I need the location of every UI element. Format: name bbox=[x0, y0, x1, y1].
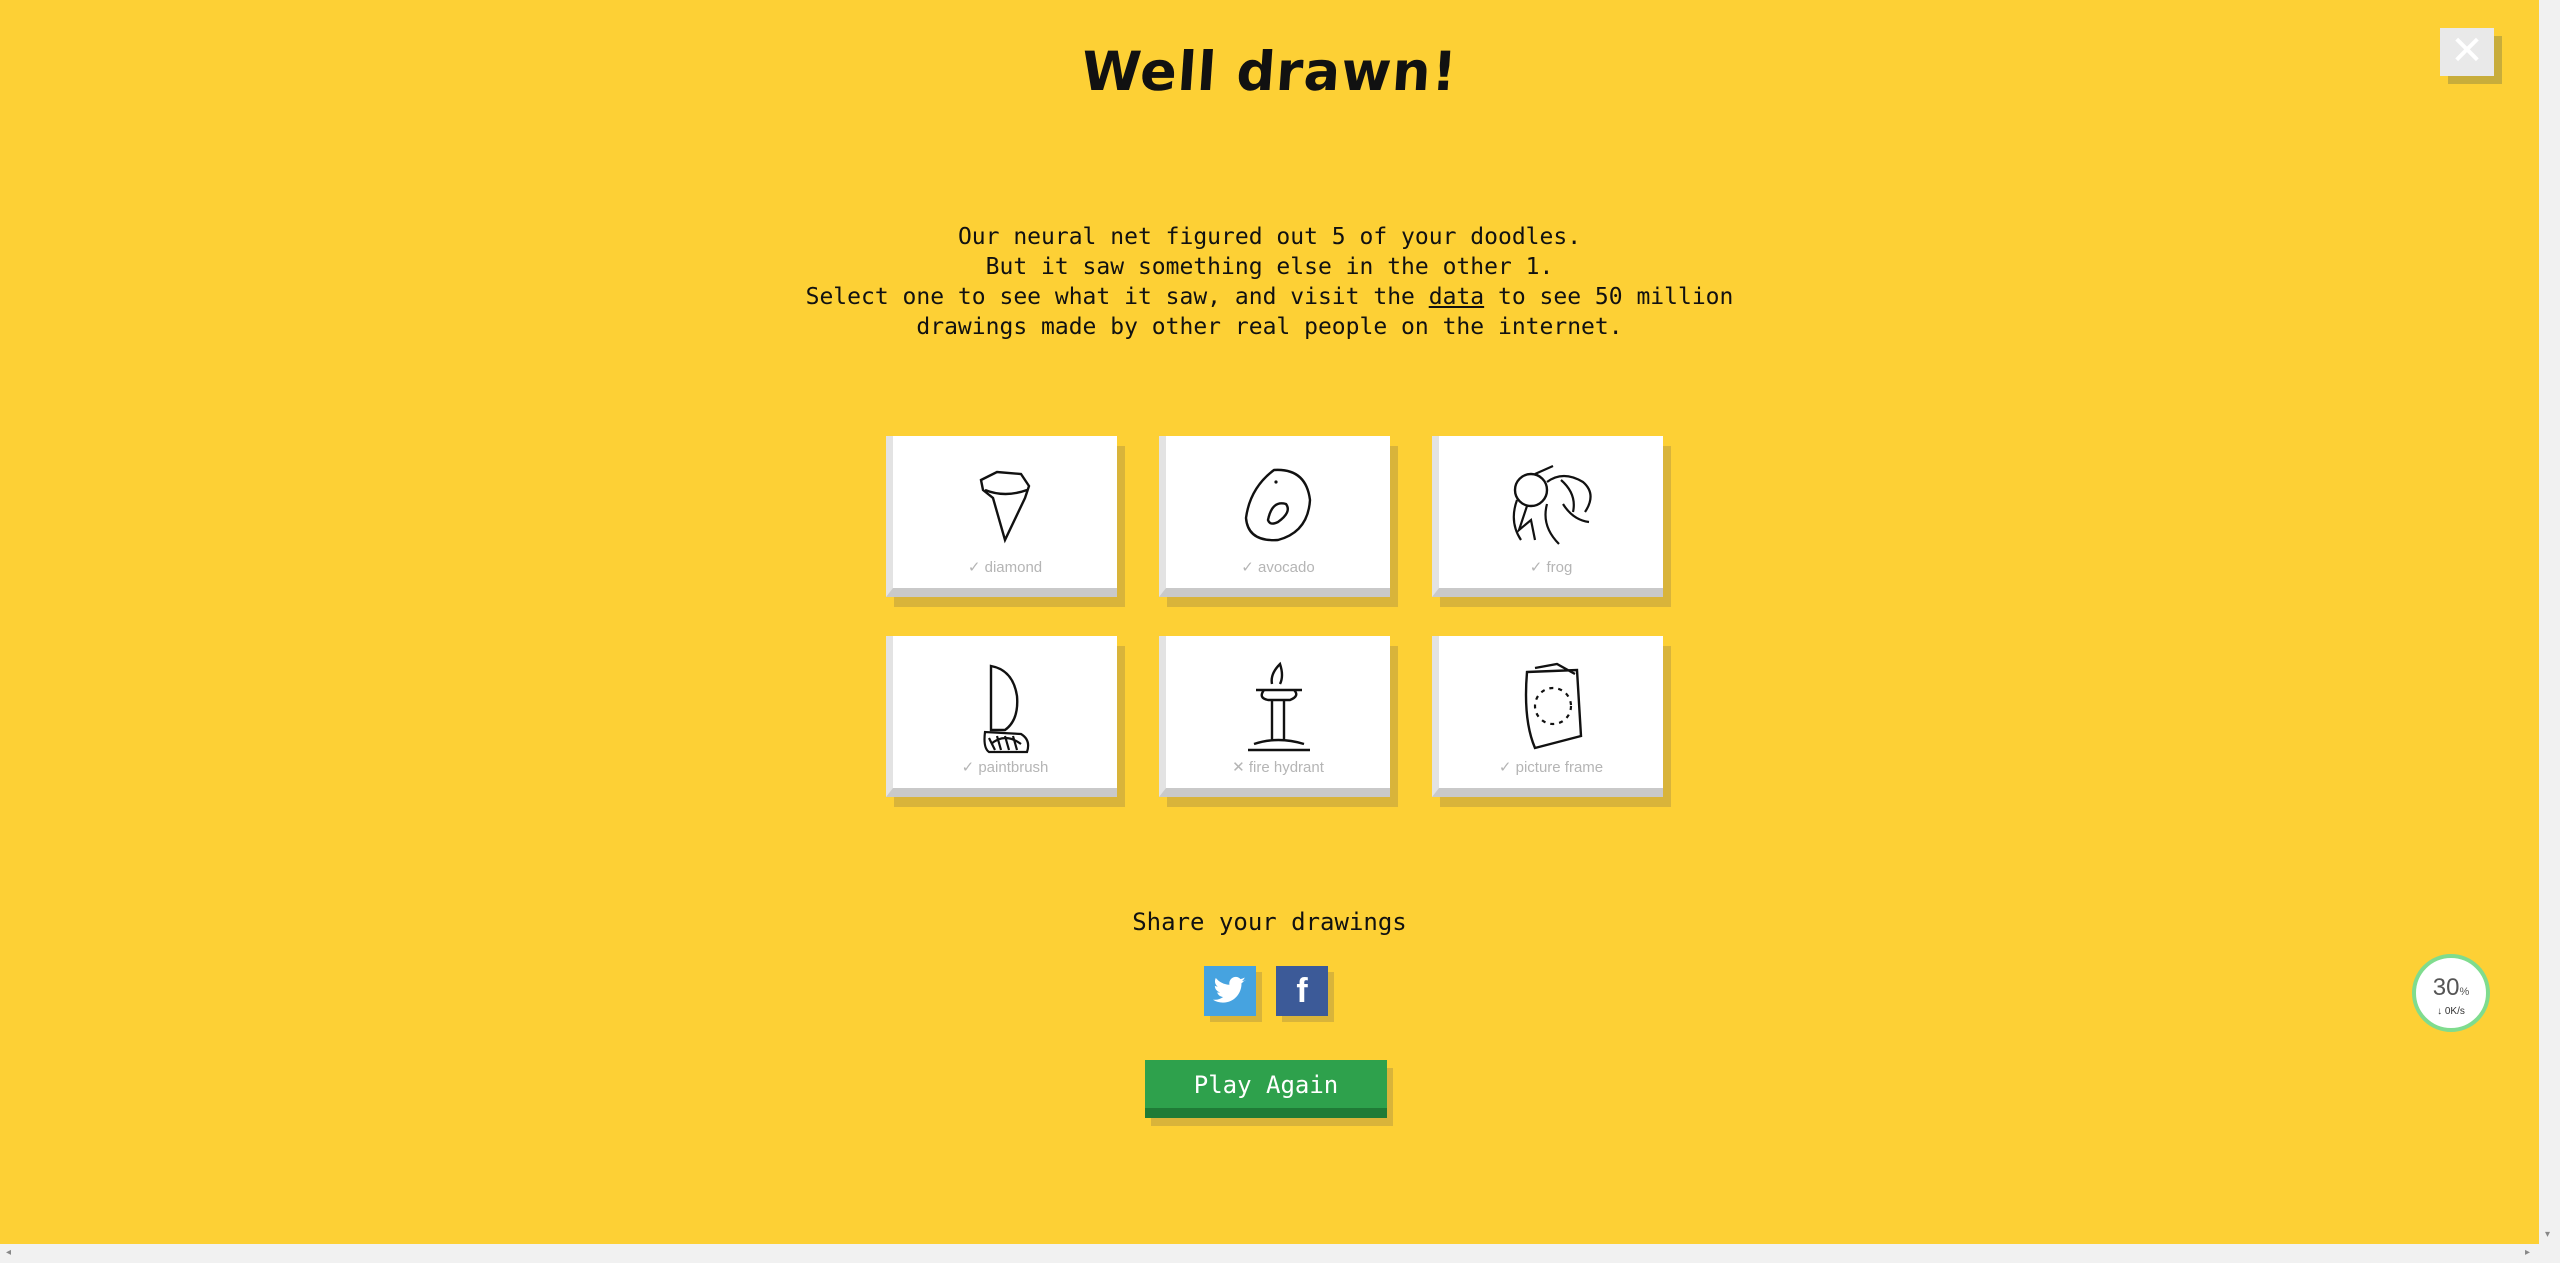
message-line-1: Our neural net figured out 5 of your doo… bbox=[957, 224, 1582, 250]
share-heading: Share your drawings bbox=[1132, 908, 1407, 936]
doodle-card-frog[interactable]: ✓ frog bbox=[1432, 436, 1663, 597]
scroll-down-arrow-icon[interactable]: ▾ bbox=[2545, 1229, 2550, 1240]
picture-frame-doodle-icon bbox=[1524, 662, 1583, 750]
network-speed-widget[interactable]: 30% ↓ 0K/s bbox=[2412, 954, 2490, 1032]
doodle-card-picture-frame[interactable]: ✓ picture frame bbox=[1432, 636, 1663, 797]
avocado-doodle-icon bbox=[1244, 468, 1312, 542]
diamond-doodle-icon bbox=[979, 470, 1031, 544]
doodle-card-diamond[interactable]: ✓ diamond bbox=[886, 436, 1117, 597]
facebook-share-button[interactable]: f bbox=[1276, 966, 1328, 1016]
message-line-2: But it saw something else in the other 1… bbox=[985, 254, 1554, 280]
vertical-scrollbar[interactable]: ▾ bbox=[2539, 0, 2560, 1244]
doodle-label: ✕ fire hydrant bbox=[1232, 759, 1324, 776]
data-link[interactable]: data bbox=[1429, 284, 1484, 310]
page-title: Well drawn! bbox=[1079, 40, 1460, 103]
doodle-label: ✓ frog bbox=[1529, 559, 1573, 576]
doodle-label: ✓ picture frame bbox=[1498, 759, 1604, 776]
twitter-icon bbox=[1213, 976, 1246, 1003]
close-icon: ✕ bbox=[2450, 28, 2484, 74]
horizontal-scrollbar[interactable]: ◂ ▸ bbox=[0, 1244, 2560, 1263]
message-line-4: drawings made by other real people on th… bbox=[916, 314, 1623, 340]
speed-percent: 30 bbox=[2432, 974, 2460, 1001]
fire-hydrant-doodle-icon bbox=[1248, 661, 1310, 752]
speed-rate: ↓ 0K/s bbox=[2437, 1006, 2465, 1017]
paintbrush-doodle-icon bbox=[983, 664, 1030, 754]
doodle-card-avocado[interactable]: ✓ avocado bbox=[1159, 436, 1390, 597]
twitter-share-button[interactable] bbox=[1204, 966, 1256, 1016]
scroll-left-arrow-icon[interactable]: ◂ bbox=[6, 1247, 11, 1258]
results-message: Our neural net figured out 5 of your doo… bbox=[0, 222, 2539, 342]
doodle-card-paintbrush[interactable]: ✓ paintbrush bbox=[886, 636, 1117, 797]
scroll-right-arrow-icon[interactable]: ▸ bbox=[2525, 1247, 2530, 1258]
doodle-label: ✓ paintbrush bbox=[961, 759, 1049, 776]
game-results-page: Well drawn! ✕ Our neural net figured out… bbox=[0, 0, 2539, 1244]
facebook-icon: f bbox=[1296, 971, 1308, 1010]
doodle-card-fire-hydrant[interactable]: ✕ fire hydrant bbox=[1159, 636, 1390, 797]
play-again-button[interactable]: Play Again bbox=[1145, 1060, 1387, 1118]
frog-doodle-icon bbox=[1512, 464, 1592, 545]
message-line-3: Select one to see what it saw, and visit… bbox=[805, 284, 1734, 310]
close-button[interactable]: ✕ bbox=[2440, 28, 2494, 76]
doodle-label: ✓ avocado bbox=[1241, 559, 1315, 576]
doodle-label: ✓ diamond bbox=[967, 559, 1043, 576]
